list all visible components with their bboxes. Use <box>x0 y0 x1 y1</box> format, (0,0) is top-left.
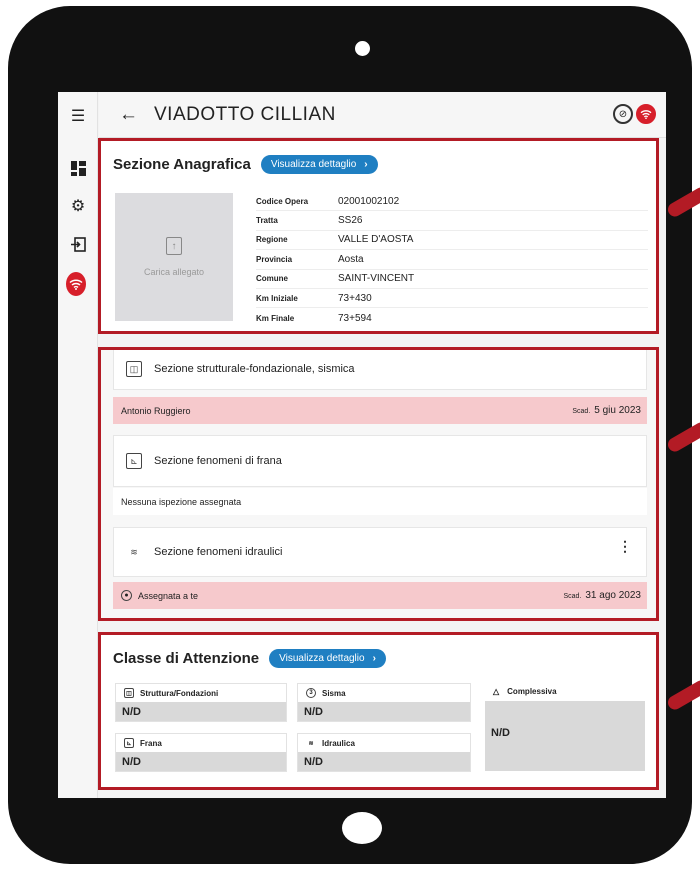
chevron-right-icon: › <box>372 653 376 664</box>
class-item: ⊾ Frana N/D <box>115 733 287 772</box>
class-item: ≋ Idraulica N/D <box>297 733 471 772</box>
section-card-title: Sezione strutturale-fondazionale, sismic… <box>154 363 355 375</box>
assignment-bar: Antonio Ruggiero Scad. 5 giu 2023 <box>113 397 647 424</box>
class-overall: △ Complessiva N/D <box>485 681 645 771</box>
sections-panel: ◫ Sezione strutturale-fondazionale, sism… <box>98 347 659 621</box>
due-label: Scad. <box>563 593 582 600</box>
row-label: Km Iniziale <box>256 293 298 303</box>
menu-icon[interactable]: ☰ <box>68 106 88 126</box>
class-label: Frana <box>140 738 162 748</box>
classe-panel: Classe di Attenzione Visualizza dettagli… <box>98 632 659 790</box>
structure-icon: ◫ <box>126 361 142 377</box>
sidebar: ☰ ⚙ <box>58 92 98 798</box>
section-card-landslide[interactable]: ⊾ Sezione fenomeni di frana <box>113 435 647 487</box>
upload-icon: ↑ <box>166 237 182 255</box>
row-label: Comune <box>256 274 288 284</box>
wifi-status-icon[interactable] <box>636 104 656 124</box>
row-label: Codice Opera <box>256 196 309 206</box>
back-arrow-icon[interactable]: ← <box>119 104 138 126</box>
table-row: Km Finale 73+594 <box>256 308 648 327</box>
more-options-icon[interactable]: ⋮ <box>618 538 632 555</box>
wifi-icon[interactable] <box>66 272 86 296</box>
due-date: 5 giu 2023 <box>594 405 641 416</box>
view-detail-button[interactable]: Visualizza dettaglio › <box>269 649 386 668</box>
logout-icon[interactable] <box>68 234 88 254</box>
camera <box>355 41 370 56</box>
info-table: Codice Opera 02001002102 Tratta SS26 Regio… <box>256 192 648 328</box>
assignment-bar: ● Assegnata a te Scad. 31 ago 2023 <box>113 582 647 609</box>
section-card-hydraulic[interactable]: ≋ Sezione fenomeni idraulici ⋮ <box>113 527 647 577</box>
class-value: N/D <box>298 752 470 771</box>
seismic-icon: 3 <box>306 688 316 698</box>
view-detail-label: Visualizza dettaglio <box>279 653 365 664</box>
class-label: Struttura/Fondazioni <box>140 688 219 698</box>
row-label: Km Finale <box>256 313 295 323</box>
class-item: ◫ Struttura/Fondazioni N/D <box>115 683 287 722</box>
anagrafica-panel: Sezione Anagrafica Visualizza dettaglio ›… <box>98 138 659 334</box>
table-row: Km Iniziale 73+430 <box>256 289 648 309</box>
warning-icon: △ <box>493 686 500 696</box>
row-value: VALLE D'AOSTA <box>338 234 414 246</box>
section-card-title: Sezione fenomeni idraulici <box>154 546 283 558</box>
row-value: 73+594 <box>338 312 372 324</box>
row-value: SAINT-VINCENT <box>338 273 415 285</box>
settings-icon[interactable]: ⚙ <box>68 196 88 216</box>
class-label: Sisma <box>322 688 346 698</box>
row-value: 02001002102 <box>338 195 400 207</box>
row-value: Aosta <box>338 253 364 265</box>
class-value: N/D <box>298 702 470 721</box>
table-row: Tratta SS26 <box>256 211 648 231</box>
no-sync-icon[interactable]: ⊘ <box>613 104 633 124</box>
row-label: Regione <box>256 235 288 245</box>
page-title: VIADOTTO CILLIAN <box>154 103 336 125</box>
table-row: Provincia Aosta <box>256 250 648 270</box>
due-date: 31 ago 2023 <box>585 590 641 601</box>
top-bar: ← VIADOTTO CILLIAN ⊘ <box>99 92 666 138</box>
row-value: 73+430 <box>338 292 372 304</box>
section-card-title: Sezione fenomeni di frana <box>154 455 282 467</box>
chevron-right-icon: › <box>364 159 368 170</box>
assignee-name: Antonio Ruggiero <box>121 405 191 416</box>
view-detail-button[interactable]: Visualizza dettaglio › <box>260 155 378 174</box>
home-button[interactable] <box>342 812 382 844</box>
person-icon: ● <box>121 590 132 601</box>
table-row: Codice Opera 02001002102 <box>256 192 648 212</box>
assignment-status: Assegnata a te <box>138 590 199 601</box>
table-row: Regione VALLE D'AOSTA <box>256 231 648 251</box>
assignment-bar: Nessuna ispezione assegnata <box>113 488 647 515</box>
section-title: Classe di Attenzione <box>113 650 260 667</box>
table-row: Comune SAINT-VINCENT <box>256 270 648 289</box>
row-value: SS26 <box>338 215 363 227</box>
hydraulic-icon: ≋ <box>308 740 314 747</box>
class-value: N/D <box>116 702 286 721</box>
class-label: Complessiva <box>507 686 557 696</box>
upload-attachment[interactable]: ↑ Carica allegato <box>115 193 233 321</box>
class-value: N/D <box>485 701 645 771</box>
assignment-status: Nessuna ispezione assegnata <box>121 496 242 507</box>
landslide-icon: ⊾ <box>124 738 134 748</box>
class-label: Idraulica <box>322 738 355 748</box>
view-detail-label: Visualizza dettaglio <box>270 159 357 170</box>
row-label: Tratta <box>256 216 278 226</box>
landslide-icon: ⊾ <box>126 453 142 469</box>
section-title: Sezione Anagrafica <box>113 156 251 173</box>
row-label: Provincia <box>256 254 293 264</box>
upload-label: Carica allegato <box>143 267 205 277</box>
hydraulic-icon: ≋ <box>130 546 138 557</box>
class-item: 3 Sisma N/D <box>297 683 471 722</box>
structure-icon: ◫ <box>124 688 134 698</box>
section-card-structural[interactable]: ◫ Sezione strutturale-fondazionale, sism… <box>113 350 647 390</box>
class-value: N/D <box>116 752 286 771</box>
dashboard-icon[interactable] <box>68 158 88 178</box>
due-label: Scad. <box>572 408 591 415</box>
